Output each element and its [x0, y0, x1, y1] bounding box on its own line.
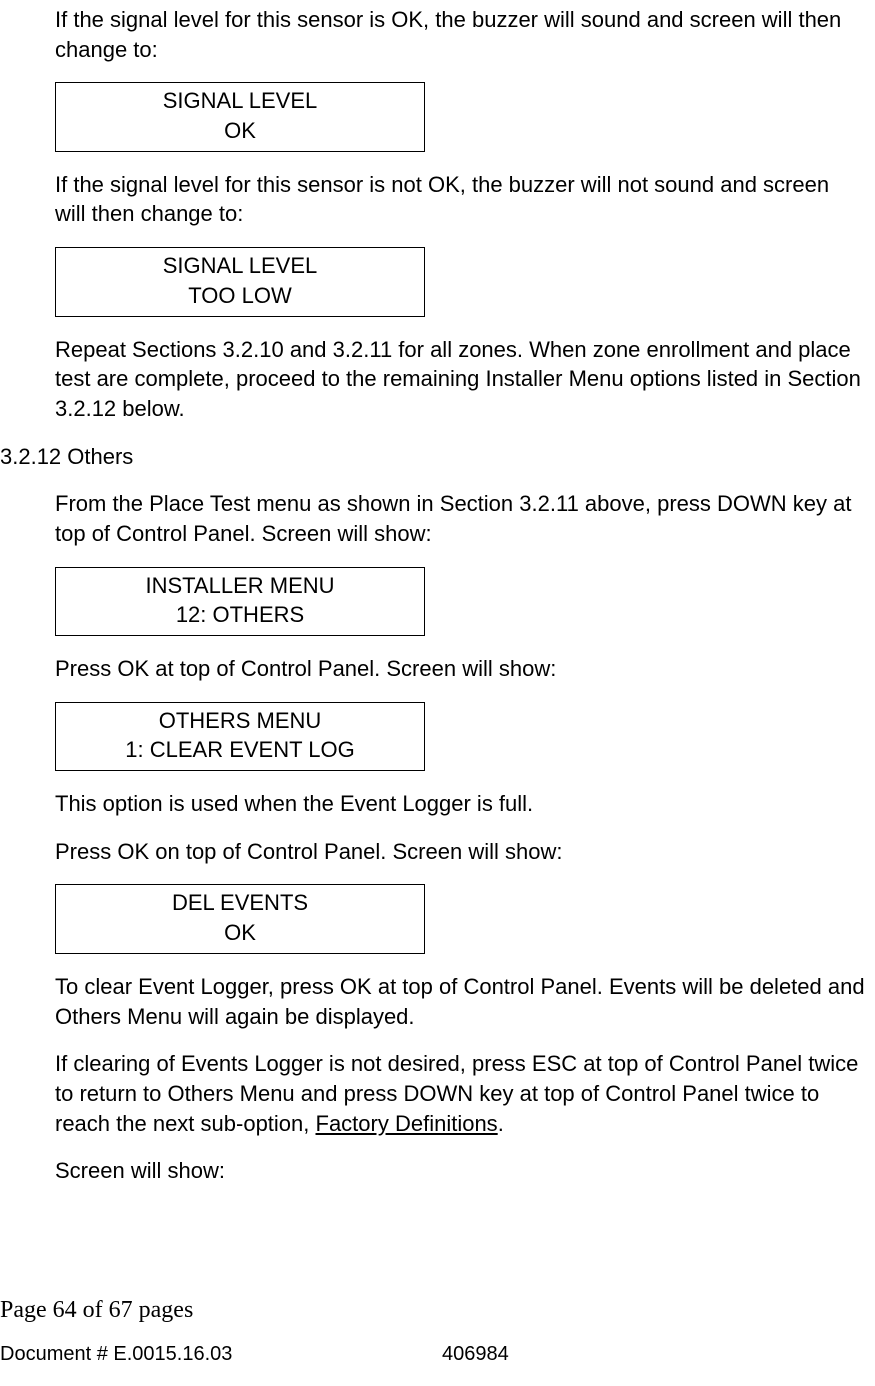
reference-number: 406984	[442, 1341, 509, 1368]
paragraph-text: .	[498, 1111, 504, 1136]
screen-line: DEL EVENTS	[56, 888, 424, 918]
screen-line: INSTALLER MENU	[56, 571, 424, 601]
underlined-text: Factory Definitions	[316, 1111, 498, 1136]
screen-display-box: SIGNAL LEVEL TOO LOW	[55, 247, 425, 316]
screen-display-box: OTHERS MENU 1: CLEAR EVENT LOG	[55, 702, 425, 771]
screen-line: 1: CLEAR EVENT LOG	[56, 735, 424, 765]
page-number: Page 64 of 67 pages	[0, 1294, 193, 1326]
paragraph: This option is used when the Event Logge…	[55, 789, 865, 819]
section-heading: 3.2.12 Others	[0, 442, 865, 472]
screen-line: OK	[56, 918, 424, 948]
paragraph: Repeat Sections 3.2.10 and 3.2.11 for al…	[55, 335, 865, 424]
screen-line: SIGNAL LEVEL	[56, 86, 424, 116]
paragraph: To clear Event Logger, press OK at top o…	[55, 972, 865, 1031]
screen-display-box: INSTALLER MENU 12: OTHERS	[55, 567, 425, 636]
paragraph: If the signal level for this sensor is n…	[55, 170, 865, 229]
paragraph: From the Place Test menu as shown in Sec…	[55, 489, 865, 548]
screen-display-box: SIGNAL LEVEL OK	[55, 82, 425, 151]
screen-line: OK	[56, 116, 424, 146]
paragraph: If the signal level for this sensor is O…	[55, 5, 865, 64]
paragraph: If clearing of Events Logger is not desi…	[55, 1049, 865, 1138]
screen-line: 12: OTHERS	[56, 600, 424, 630]
screen-line: TOO LOW	[56, 281, 424, 311]
paragraph: Screen will show:	[55, 1156, 865, 1186]
screen-line: OTHERS MENU	[56, 706, 424, 736]
paragraph: Press OK at top of Control Panel. Screen…	[55, 654, 865, 684]
document-number: Document # E.0015.16.03	[0, 1341, 232, 1368]
screen-line: SIGNAL LEVEL	[56, 251, 424, 281]
screen-display-box: DEL EVENTS OK	[55, 884, 425, 953]
paragraph: Press OK on top of Control Panel. Screen…	[55, 837, 865, 867]
